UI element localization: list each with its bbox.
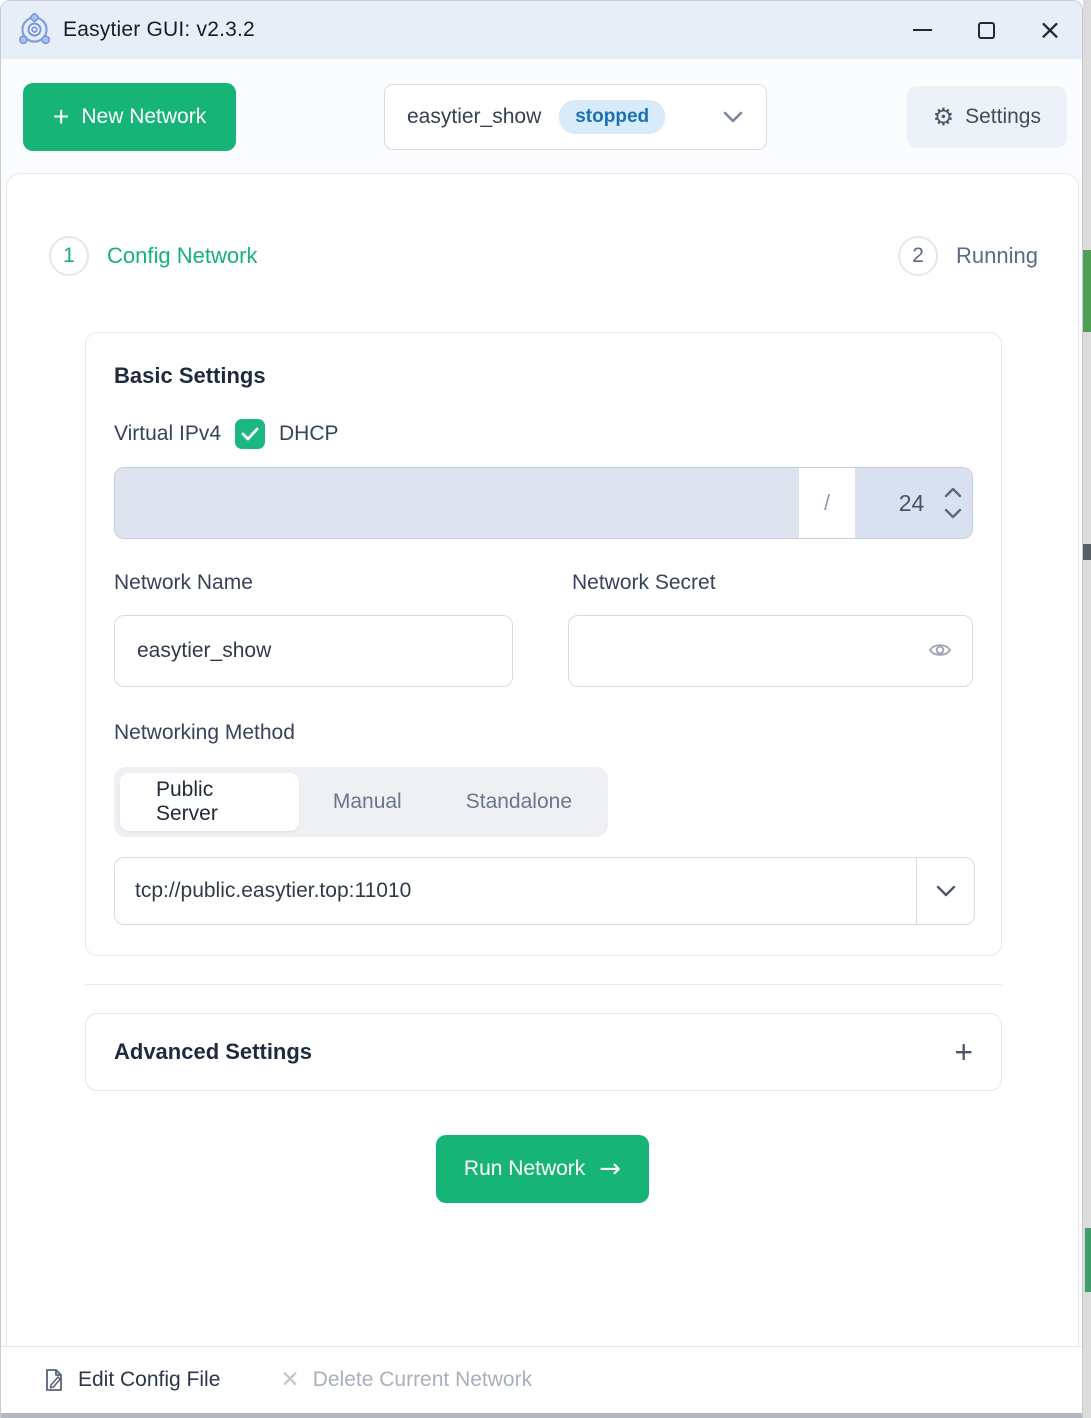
window-bottom-edge [1, 1413, 1083, 1418]
maximize-icon [978, 22, 995, 39]
selected-network-name: easytier_show [407, 105, 541, 129]
chevron-up-icon [944, 487, 962, 498]
new-network-label: New Network [81, 105, 206, 129]
ip-address-group: / 24 [114, 467, 973, 539]
prefix-length-stepper[interactable]: 24 [855, 467, 973, 539]
edit-file-icon [43, 1368, 65, 1392]
basic-settings-title: Basic Settings [114, 363, 973, 389]
public-server-url-value: tcp://public.easytier.top:11010 [115, 858, 916, 924]
delete-current-network-button[interactable]: ✕ Delete Current Network [280, 1368, 532, 1392]
network-name-input[interactable] [114, 615, 513, 687]
step-number-badge: 1 [49, 236, 89, 276]
section-divider [85, 984, 1002, 985]
footer-bar: Edit Config File ✕ Delete Current Networ… [1, 1346, 1083, 1413]
settings-label: Settings [965, 105, 1041, 129]
eye-icon[interactable] [927, 639, 953, 661]
network-name-label: Network Name [114, 571, 572, 595]
steps-row: 1 Config Network 2 Running [7, 174, 1078, 276]
chevron-down-icon [722, 110, 744, 124]
chevron-down-icon [935, 884, 957, 898]
network-selector-dropdown[interactable]: easytier_show stopped [384, 84, 767, 150]
network-status-badge: stopped [559, 100, 665, 134]
window-controls: × [890, 1, 1082, 59]
network-secret-label: Network Secret [572, 571, 716, 595]
public-server-url-dropdown[interactable]: tcp://public.easytier.top:11010 [114, 857, 975, 925]
delete-current-network-label: Delete Current Network [313, 1368, 532, 1392]
step-running[interactable]: 2 Running [898, 236, 1038, 276]
plus-icon: + [53, 103, 69, 131]
minimize-button[interactable] [890, 1, 954, 59]
toolbar: + New Network easytier_show stopped ⚙ Se… [1, 59, 1082, 173]
advanced-settings-card[interactable]: Advanced Settings + [85, 1013, 1002, 1091]
name-secret-labels-row: Network Name Network Secret [114, 571, 973, 595]
dhcp-checkbox[interactable] [235, 419, 265, 449]
window-title: Easytier GUI: v2.3.2 [63, 18, 255, 42]
dropdown-chevron-area[interactable] [916, 858, 974, 924]
arrow-right-icon: → [599, 1156, 621, 1182]
networking-method-tabs: Public Server Manual Standalone [114, 767, 608, 837]
stepper-controls [944, 487, 962, 519]
close-icon: × [1038, 16, 1061, 44]
tab-standalone[interactable]: Standalone [436, 773, 602, 831]
new-network-button[interactable]: + New Network [23, 83, 236, 151]
run-network-label: Run Network [464, 1157, 585, 1181]
step-config-network[interactable]: 1 Config Network [49, 236, 257, 276]
virtual-ipv4-row: Virtual IPv4 DHCP [114, 419, 973, 449]
delete-x-icon: ✕ [280, 1369, 299, 1392]
step-number-badge: 2 [898, 236, 938, 276]
run-network-button[interactable]: Run Network → [436, 1135, 649, 1203]
virtual-ipv4-label: Virtual IPv4 [114, 422, 221, 446]
chevron-down-icon [944, 508, 962, 519]
desktop-bleed-strip [1083, 0, 1091, 1418]
main-panel: 1 Config Network 2 Running Basic Setting… [6, 173, 1079, 1347]
basic-settings-card: Basic Settings Virtual IPv4 DHCP / 24 [85, 332, 1002, 956]
step-label: Config Network [107, 243, 257, 269]
prefix-length-value: 24 [879, 490, 944, 517]
minimize-icon [913, 29, 932, 31]
tab-manual[interactable]: Manual [303, 773, 432, 831]
desktop-bleed-green [1083, 250, 1091, 332]
app-window: Easytier GUI: v2.3.2 × + New Network eas… [0, 0, 1083, 1418]
edit-config-file-label: Edit Config File [78, 1368, 220, 1392]
network-secret-wrap [568, 615, 973, 687]
app-logo-icon [16, 12, 53, 49]
name-secret-inputs-row [114, 615, 973, 687]
ip-prefix-separator: / [799, 467, 855, 539]
titlebar: Easytier GUI: v2.3.2 × [1, 1, 1082, 59]
settings-button[interactable]: ⚙ Settings [907, 86, 1067, 148]
expand-plus-icon[interactable]: + [954, 1036, 973, 1068]
stepper-up-button[interactable] [944, 487, 962, 498]
networking-method-label: Networking Method [114, 721, 973, 745]
desktop-bleed-dark [1083, 544, 1091, 560]
stepper-down-button[interactable] [944, 508, 962, 519]
network-secret-input[interactable] [568, 615, 973, 687]
close-button[interactable]: × [1018, 1, 1082, 59]
run-button-row: Run Network → [7, 1135, 1078, 1203]
advanced-settings-title: Advanced Settings [114, 1039, 312, 1065]
desktop-bleed-green [1085, 1228, 1091, 1292]
dhcp-label: DHCP [279, 422, 339, 446]
virtual-ipv4-input [114, 467, 799, 539]
maximize-button[interactable] [954, 1, 1018, 59]
gear-icon: ⚙ [933, 105, 955, 129]
step-label: Running [956, 243, 1038, 269]
tab-public-server[interactable]: Public Server [120, 773, 299, 831]
edit-config-file-button[interactable]: Edit Config File [43, 1368, 220, 1392]
check-icon [241, 427, 259, 441]
